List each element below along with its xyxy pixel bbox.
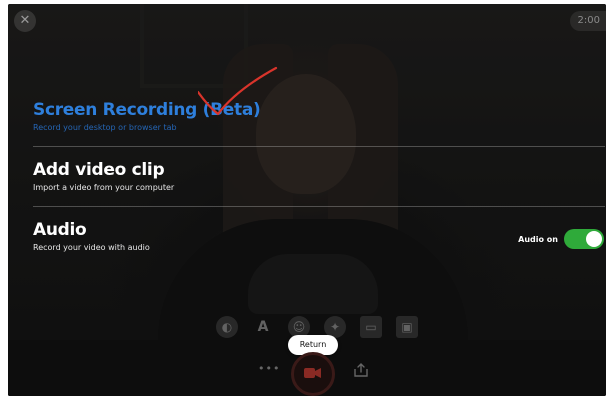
upload-icon[interactable] <box>353 362 369 378</box>
menu-divider <box>33 206 605 207</box>
text-tool-icon[interactable]: A <box>252 316 274 338</box>
video-camera-icon <box>304 368 321 378</box>
menu-item-add-video-clip[interactable]: Add video clip Import a video from your … <box>33 160 174 192</box>
audio-toggle-group: Audio on <box>518 229 604 249</box>
audio-subtitle: Record your video with audio <box>33 243 150 252</box>
board-icon[interactable]: ▭ <box>360 316 382 338</box>
audio-toggle-knob <box>586 231 602 247</box>
color-effect-icon[interactable]: ◐ <box>216 316 238 338</box>
recording-timer: 2:00 <box>569 11 606 31</box>
audio-title: Audio <box>33 220 87 240</box>
add-video-title: Add video clip <box>33 160 165 180</box>
add-video-subtitle: Import a video from your computer <box>33 183 175 192</box>
menu-divider <box>33 146 605 147</box>
menu-item-audio: Audio Record your video with audio <box>33 220 150 252</box>
image-icon[interactable]: ▣ <box>396 316 418 338</box>
audio-toggle-switch[interactable] <box>564 229 604 249</box>
check-mark-annotation <box>198 66 278 116</box>
more-options-icon[interactable]: ••• <box>258 363 279 374</box>
app-window: ✕ 2:00 Screen Recording (Beta) Record yo… <box>8 4 606 396</box>
audio-toggle-label: Audio on <box>518 234 558 244</box>
close-icon: ✕ <box>19 13 31 28</box>
record-button[interactable] <box>291 352 335 396</box>
close-button[interactable]: ✕ <box>14 10 36 32</box>
screen-recording-subtitle: Record your desktop or browser tab <box>33 123 177 132</box>
